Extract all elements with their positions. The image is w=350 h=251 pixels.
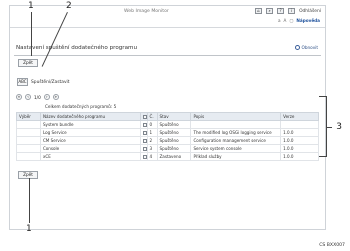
start-stop-label: Spuštění/Zastavit	[31, 79, 70, 85]
utility-bar: ⌂ ⌕ ? i Odhlášení	[255, 8, 321, 14]
callout-1-top: 1	[28, 1, 34, 11]
row-status: Zastaveno	[156, 152, 192, 161]
row-version: 1.0.0	[280, 144, 319, 153]
help-line: a A ▢ Nápověda	[278, 18, 320, 23]
browser-frame: Web Image Monitor ⌂ ⌕ ? i Odhlášení a A …	[9, 5, 326, 230]
row-detail[interactable]	[139, 152, 148, 161]
row-detail[interactable]	[139, 120, 148, 129]
row-select[interactable]	[16, 136, 41, 145]
col-icon	[139, 112, 148, 121]
row-status: Spuštěno	[156, 144, 192, 153]
detail-icon[interactable]	[142, 131, 147, 135]
home-icon[interactable]: ⌂	[255, 8, 263, 14]
start-stop-button[interactable]: ABC	[17, 78, 28, 86]
pager: « ‹ 1/0 › »	[16, 94, 59, 100]
table-row[interactable]: xCE 4 Zastaveno Příklad služby 1.0.0	[16, 152, 319, 161]
table-row[interactable]: CM Service 2 Spuštěno Configuration mana…	[16, 136, 319, 145]
row-number: 2	[146, 136, 158, 145]
callout-3: 3	[336, 122, 342, 132]
row-status: Spuštěno	[156, 128, 192, 137]
first-page-icon[interactable]: «	[16, 94, 22, 100]
row-version: 1.0.0	[280, 128, 319, 137]
callout-1-bottom-line	[29, 178, 30, 223]
row-select[interactable]	[16, 120, 41, 129]
total-count: Celkem dodatečných programů: 5	[45, 104, 117, 109]
next-page-icon[interactable]: ›	[43, 94, 50, 100]
row-name: CM Service	[39, 136, 141, 145]
header-detail-icon	[142, 115, 147, 119]
row-description: Configuration management service	[190, 136, 282, 145]
callout-3-tick	[326, 127, 332, 128]
table-row[interactable]: Console 3 Spuštěno Service system consol…	[16, 144, 319, 153]
row-select[interactable]	[16, 152, 41, 161]
info-icon[interactable]: i	[288, 8, 296, 14]
help-icon[interactable]: ?	[277, 8, 285, 14]
program-table: Výběr Název dodatečného programu Č. Stav…	[16, 112, 319, 161]
last-page-icon[interactable]: »	[52, 94, 59, 100]
row-select[interactable]	[16, 144, 41, 153]
row-version	[280, 120, 319, 129]
zoom-text-icon[interactable]: a	[278, 18, 281, 23]
row-number: 3	[146, 144, 158, 153]
detail-icon[interactable]	[142, 147, 147, 151]
callout-1-top-line	[31, 12, 32, 56]
col-select: Výběr	[16, 112, 41, 121]
row-detail[interactable]	[139, 128, 148, 137]
page-title: Nastavení spuštění dodatečného programu	[16, 45, 138, 51]
top-bar: Web Image Monitor ⌂ ⌕ ? i Odhlášení a A …	[10, 6, 325, 28]
search-icon[interactable]: ⌕	[266, 8, 274, 14]
row-name: xCE	[39, 152, 141, 161]
refresh-icon	[294, 45, 300, 50]
col-status: Stav	[156, 112, 192, 121]
col-number: Č.	[146, 112, 158, 121]
back-button-bottom[interactable]: Zpět	[18, 171, 38, 179]
refresh-label: Obnovit	[301, 45, 318, 50]
row-status: Spuštěno	[156, 136, 192, 145]
detail-icon[interactable]	[142, 155, 147, 159]
row-description: Příklad služby	[190, 152, 282, 161]
row-number: 0	[146, 120, 158, 129]
row-name: Console	[39, 144, 141, 153]
row-name: Log Service	[39, 128, 141, 137]
col-name: Název dodatečného programu	[39, 112, 141, 121]
row-description: Service system console	[190, 144, 282, 153]
help-link[interactable]: Nápověda	[296, 18, 320, 23]
app-title: Web Image Monitor	[124, 9, 169, 14]
zoom-text-icon-large[interactable]: A	[284, 18, 287, 23]
table-header-row: Výběr Název dodatečného programu Č. Stav…	[16, 112, 319, 121]
detail-icon[interactable]	[142, 139, 147, 143]
row-select[interactable]	[16, 128, 41, 137]
prev-page-icon[interactable]: ‹	[25, 94, 31, 100]
col-version: Verze	[280, 112, 319, 121]
title-divider	[14, 55, 321, 56]
row-version: 1.0.0	[280, 136, 319, 145]
detail-icon[interactable]	[142, 123, 147, 127]
back-button-top[interactable]: Zpět	[18, 59, 38, 67]
page-indicator: 1/0	[34, 94, 41, 100]
table-row[interactable]: Log Service 1 Spuštěno The modified log …	[16, 128, 319, 137]
row-name: System bundle	[39, 120, 141, 129]
row-number: 1	[146, 128, 158, 137]
row-description	[190, 120, 282, 129]
row-detail[interactable]	[139, 136, 148, 145]
row-status: Spuštěno	[156, 120, 192, 129]
callout-1-bottom: 1	[26, 224, 32, 234]
logout-link[interactable]: Odhlášení	[299, 9, 321, 14]
col-description: Popis	[190, 112, 282, 121]
table-row[interactable]: System bundle 0 Spuštěno	[16, 120, 319, 129]
refresh-button[interactable]: Obnovit	[294, 45, 318, 50]
start-stop-control: ABC Spuštění/Zastavit	[17, 78, 70, 86]
row-detail[interactable]	[139, 144, 148, 153]
help-book-icon[interactable]: ▢	[289, 18, 293, 23]
callout-2: 2	[66, 1, 72, 11]
row-number: 4	[146, 152, 158, 161]
row-description: The modified log OSGi logging service	[190, 128, 282, 137]
row-version: 1.0.0	[280, 152, 319, 161]
figure-code: CS BXX007	[319, 243, 345, 248]
